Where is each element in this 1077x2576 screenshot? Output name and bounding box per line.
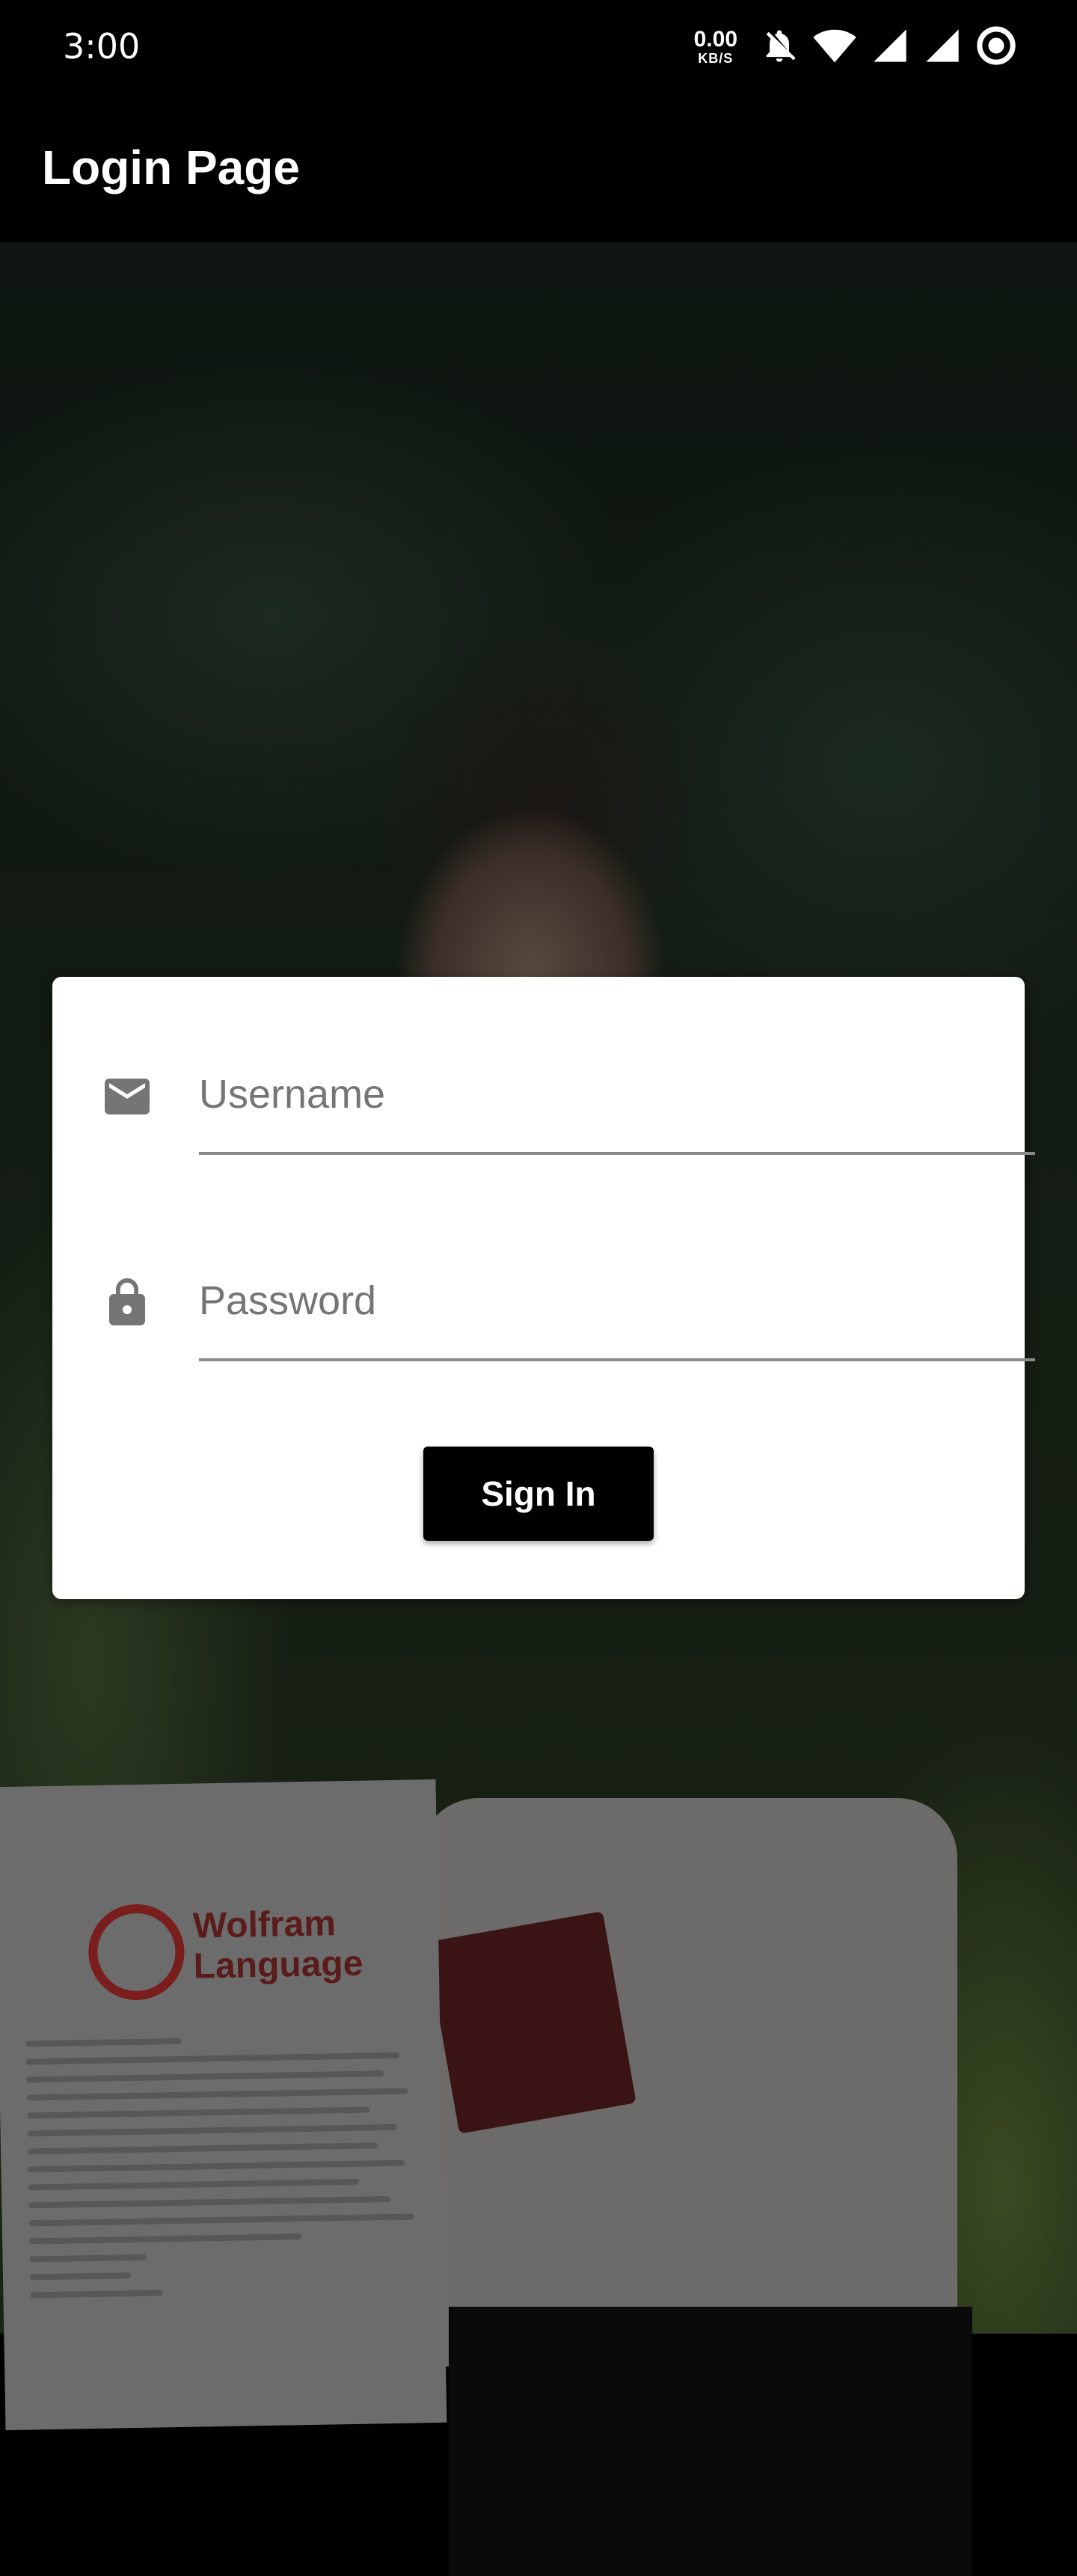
network-speed: 0.00 KB/S	[693, 27, 737, 67]
sign-in-button[interactable]: Sign In	[423, 1447, 654, 1541]
wifi-icon	[812, 26, 857, 69]
app-bar: Login Page	[0, 94, 1077, 242]
status-bar: 3:00 0.00 KB/S	[0, 0, 1077, 94]
photo-certificate: Wolfram Language	[0, 1779, 447, 2431]
network-speed-value: 0.00	[693, 27, 737, 52]
network-speed-unit: KB/S	[698, 51, 734, 66]
username-underline	[199, 1152, 1035, 1155]
target-ring-icon	[975, 25, 1017, 70]
certificate-logo-text: Wolfram Language	[192, 1904, 363, 1987]
lock-icon	[100, 1276, 154, 1330]
username-row	[52, 1049, 1035, 1168]
mute-bell-icon	[760, 26, 799, 69]
photo-pants	[449, 2307, 972, 2576]
status-time: 3:00	[63, 26, 141, 67]
signal-icon-2	[923, 26, 962, 69]
page-title: Login Page	[42, 141, 300, 194]
mail-icon	[100, 1070, 154, 1123]
password-field[interactable]	[199, 1255, 1035, 1360]
login-card: Sign In	[52, 977, 1035, 1599]
status-icons: 0.00 KB/S	[694, 22, 1017, 72]
wolfram-logo-icon	[88, 1903, 185, 2002]
password-underline	[199, 1358, 1035, 1361]
certificate-text-lines	[25, 2034, 419, 2310]
signal-icon	[871, 26, 909, 69]
photo-badge	[426, 1911, 636, 2134]
username-field[interactable]	[199, 1049, 1035, 1153]
password-row	[52, 1255, 1035, 1375]
